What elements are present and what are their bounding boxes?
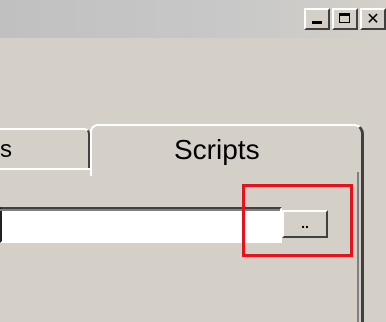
panel-border-right <box>361 172 364 322</box>
script-path-input[interactable] <box>0 207 282 243</box>
tab-scripts-label: Scripts <box>174 134 260 165</box>
maximize-button[interactable] <box>332 8 358 30</box>
dialog-window: ✕ s Scripts .. <box>0 0 386 322</box>
panel-border-top <box>0 168 90 170</box>
close-icon: ✕ <box>366 9 380 28</box>
minimize-button[interactable] <box>304 8 330 30</box>
browse-button[interactable]: .. <box>282 210 328 238</box>
tab-previous[interactable] <box>0 128 90 168</box>
browse-button-label: .. <box>301 215 309 231</box>
caption-buttons: ✕ <box>302 8 386 30</box>
title-bar: ✕ <box>0 0 386 38</box>
tab-previous-label: s <box>0 136 12 163</box>
close-button[interactable]: ✕ <box>360 8 386 30</box>
input-inner-shadow <box>0 209 280 211</box>
panel-border-right-inner <box>357 172 359 322</box>
